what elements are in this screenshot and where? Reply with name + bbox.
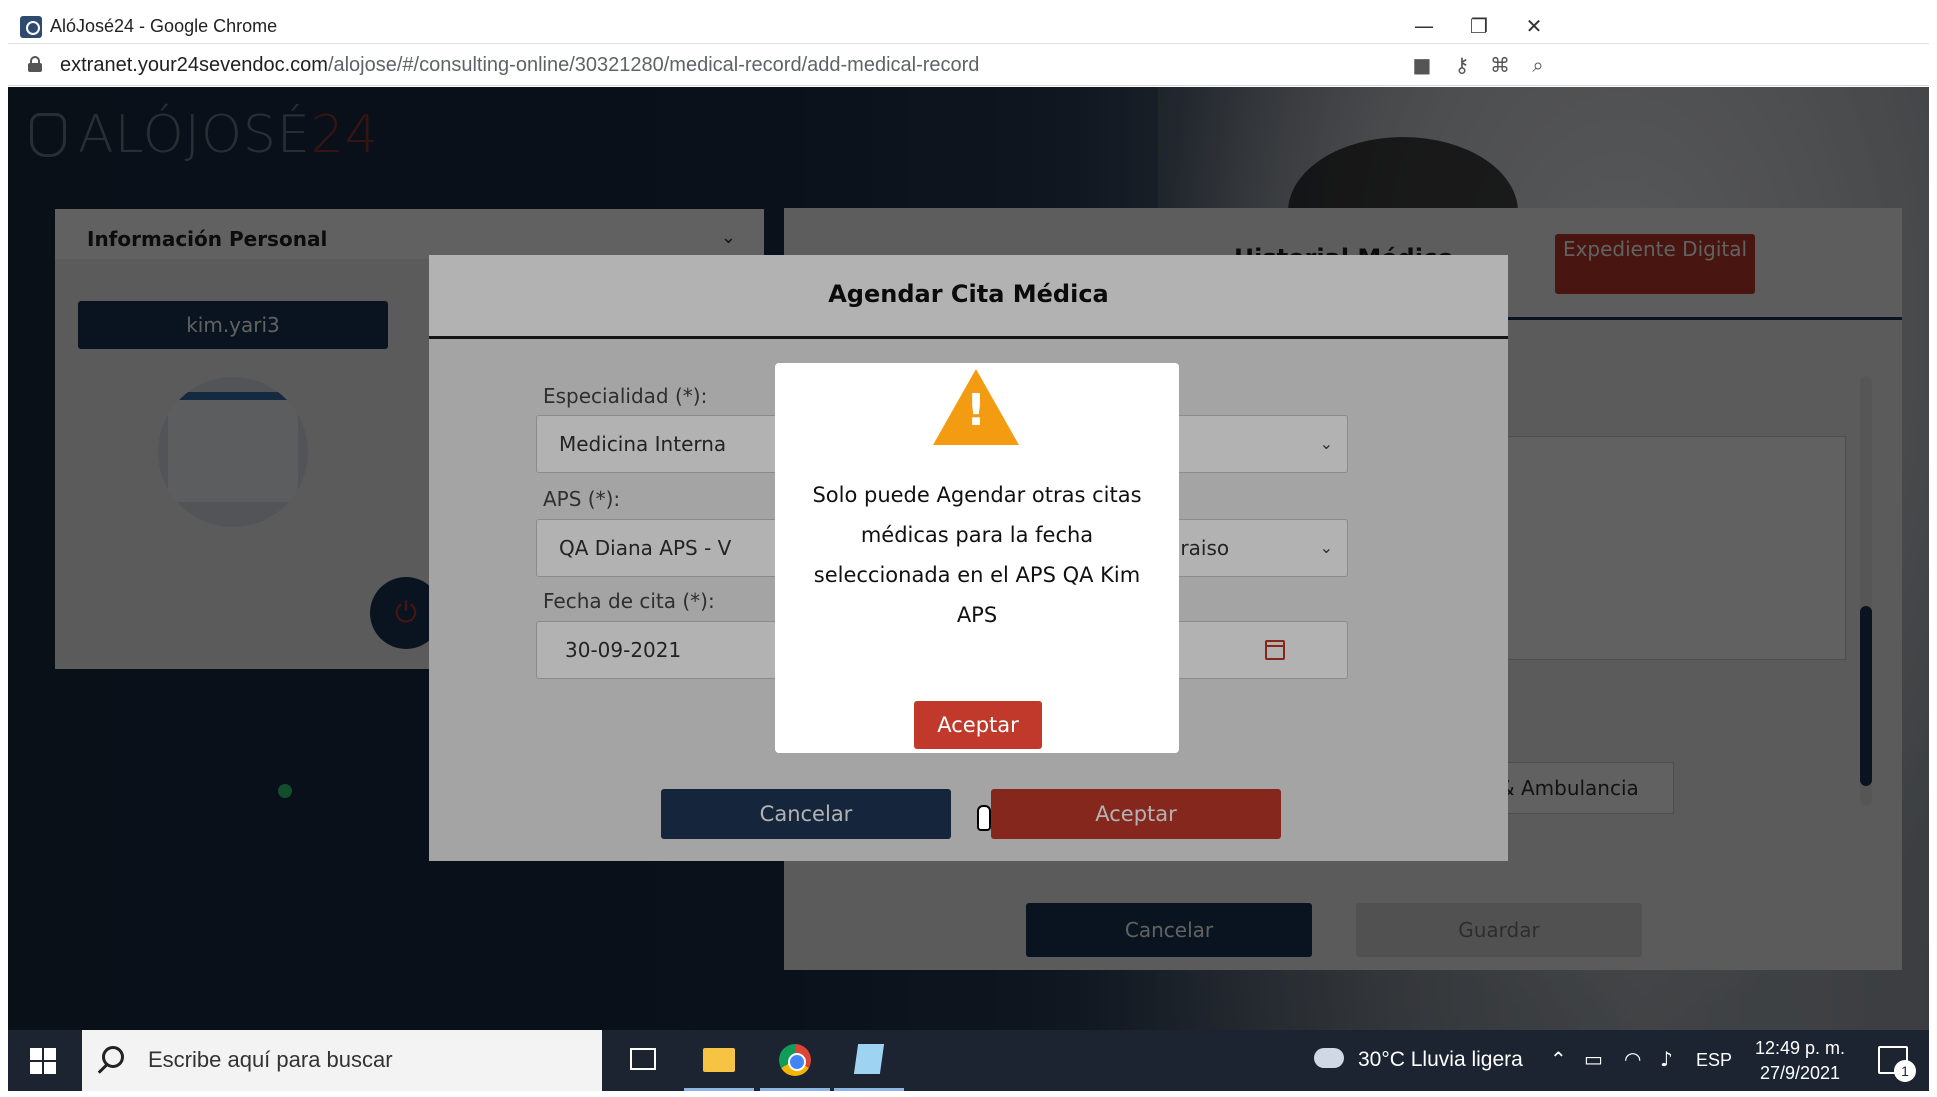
restore-button[interactable]: ❐ [1457, 12, 1501, 40]
windows-taskbar: Escribe aquí para buscar 30°C Lluvia lig… [8, 1030, 1929, 1091]
wifi-icon[interactable]: ◠ [1624, 1047, 1641, 1071]
url-host: extranet.your24sevendoc.com [60, 54, 328, 76]
task-view-button[interactable] [608, 1030, 678, 1091]
notepad-taskbar-button[interactable] [834, 1030, 904, 1091]
close-window-button[interactable]: ✕ [1512, 12, 1556, 40]
address-bar[interactable]: extranet.your24sevendoc.com/alojose/#/co… [8, 44, 1929, 86]
weather-cloud-icon[interactable] [1314, 1048, 1344, 1068]
warning-alert-dialog: ! Solo puede Agendar otras citas médicas… [775, 363, 1179, 753]
search-icon [102, 1046, 124, 1068]
taskbar-search-placeholder: Escribe aquí para buscar [148, 1047, 393, 1072]
chrome-taskbar-button[interactable] [760, 1030, 830, 1091]
notepad-icon [853, 1044, 885, 1074]
screen: AlóJosé24 - Google Chrome — ❐ ✕ extranet… [0, 0, 1937, 1097]
url-text[interactable]: extranet.your24sevendoc.com/alojose/#/co… [60, 54, 979, 77]
zoom-icon[interactable]: ⌕ [1524, 52, 1552, 78]
translate-icon[interactable]: ⌘ [1486, 52, 1514, 78]
warning-icon: ! [921, 369, 1031, 465]
windows-start-icon[interactable] [30, 1048, 56, 1074]
notification-icon[interactable]: 1 [1878, 1046, 1916, 1082]
key-icon[interactable]: ⚷ [1448, 52, 1476, 78]
clock-time: 12:49 p. m. [1754, 1038, 1846, 1058]
language-indicator[interactable]: ESP [1696, 1050, 1732, 1071]
chrome-icon [779, 1044, 811, 1076]
browser-title-bar: AlóJosé24 - Google Chrome — ❐ ✕ [8, 8, 1929, 44]
alert-message: Solo puede Agendar otras citas médicas p… [812, 483, 1142, 627]
minimize-button[interactable]: — [1402, 12, 1446, 40]
camera-icon[interactable]: ■ [1408, 52, 1436, 78]
url-path: /alojose/#/consulting-online/30321280/me… [327, 54, 980, 76]
clock-date: 27/9/2021 [1759, 1063, 1841, 1083]
taskbar-clock[interactable]: 12:49 p. m. 27/9/2021 [1750, 1036, 1850, 1086]
alert-accept-button[interactable]: Aceptar [914, 701, 1042, 749]
task-view-icon [630, 1048, 656, 1070]
site-favicon-icon [20, 16, 42, 38]
lock-icon[interactable] [28, 56, 42, 72]
notification-count: 1 [1894, 1060, 1916, 1082]
web-page: ALÓJOSÉ24 Información Personal ⌄ kim.yar… [8, 87, 1929, 1030]
volume-icon[interactable]: ♪ [1660, 1047, 1673, 1071]
window-title: AlóJosé24 - Google Chrome [50, 16, 278, 36]
weather-text[interactable]: 30°C Lluvia ligera [1358, 1048, 1523, 1072]
battery-icon[interactable]: ▭ [1584, 1047, 1603, 1071]
taskbar-search-box[interactable]: Escribe aquí para buscar [82, 1030, 602, 1091]
file-explorer-button[interactable] [684, 1030, 754, 1091]
folder-icon [703, 1048, 735, 1072]
chevron-up-icon[interactable]: ⌃ [1550, 1047, 1567, 1071]
